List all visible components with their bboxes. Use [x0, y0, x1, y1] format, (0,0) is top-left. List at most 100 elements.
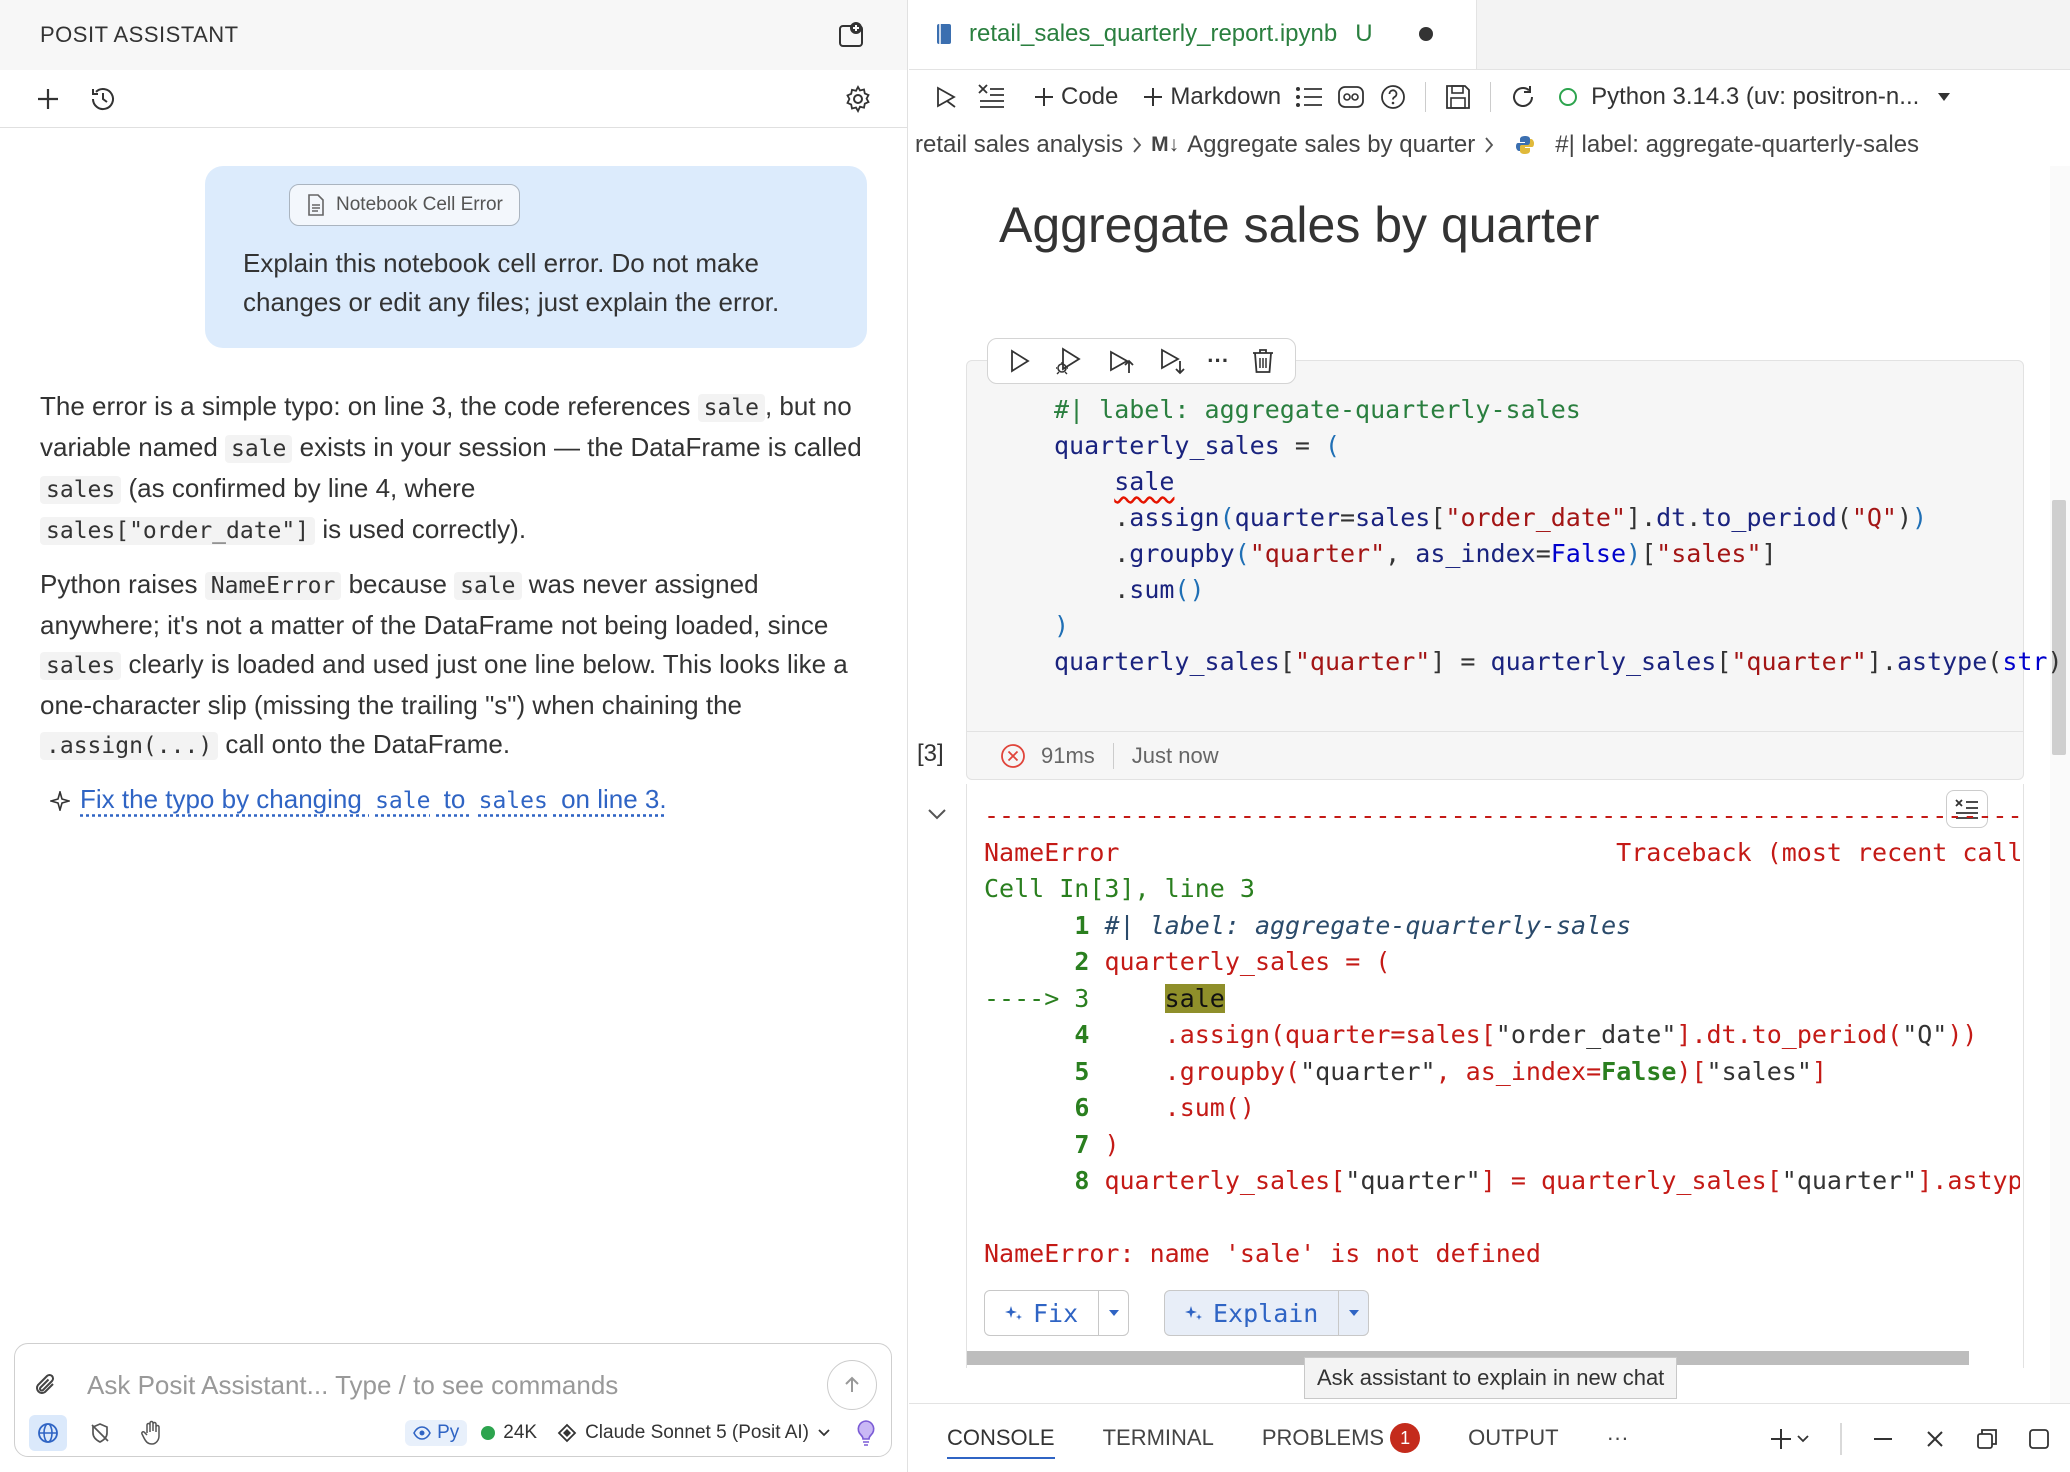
inline-code: sale: [225, 435, 293, 463]
breadcrumb-item[interactable]: Aggregate sales by quarter: [1187, 131, 1475, 159]
tab-terminal[interactable]: TERMINAL: [1103, 1425, 1214, 1451]
attachment-chip[interactable]: Notebook Cell Error: [289, 184, 520, 226]
run-below-icon[interactable]: [1156, 347, 1186, 375]
clear-outputs-icon[interactable]: [977, 83, 1007, 111]
restore-icon[interactable]: [1976, 1428, 1998, 1450]
status-divider: [1112, 742, 1114, 769]
cell-toolbar: ···: [987, 338, 1296, 384]
model-selector[interactable]: Claude Sonnet 5 (Posit AI): [557, 1422, 831, 1444]
suggestion-link[interactable]: Fix the typo by changing sale to sales o…: [50, 780, 870, 821]
eye-icon: [413, 1426, 431, 1440]
new-chat-icon[interactable]: [34, 85, 62, 113]
tooltip: Ask assistant to explain in new chat: [1304, 1357, 1678, 1399]
toolbar-divider: [1425, 82, 1427, 112]
add-code-button[interactable]: Code: [1061, 83, 1118, 111]
variables-icon[interactable]: [1337, 84, 1365, 110]
gear-icon[interactable]: [843, 84, 873, 114]
more-tabs-button[interactable]: ···: [1607, 1425, 1629, 1451]
tab-console[interactable]: CONSOLE: [947, 1417, 1055, 1459]
run-above-icon[interactable]: [1105, 347, 1135, 375]
explain-label: Explain: [1213, 1298, 1319, 1328]
tab-notebook[interactable]: retail_sales_quarterly_report.ipynb U: [909, 0, 1477, 69]
collapse-output-icon[interactable]: [925, 806, 949, 822]
shield-off-icon[interactable]: [81, 1415, 119, 1451]
response-text: Python raises: [40, 569, 205, 599]
run-cell-icon[interactable]: [1007, 348, 1033, 374]
token-usage: 24K: [481, 1422, 537, 1444]
response-text: is used correctly).: [315, 514, 527, 544]
explain-button-group: Explain: [1164, 1290, 1370, 1336]
vertical-scrollbar[interactable]: [2050, 166, 2070, 1406]
add-markdown-button[interactable]: Markdown: [1170, 83, 1281, 111]
tab-problems[interactable]: PROBLEMS 1: [1261, 1423, 1421, 1453]
help-icon[interactable]: [1379, 83, 1407, 111]
restart-icon[interactable]: [1509, 83, 1537, 111]
more-icon[interactable]: ···: [1207, 348, 1229, 374]
run-all-icon[interactable]: [933, 83, 963, 111]
fix-button[interactable]: Fix: [984, 1290, 1100, 1336]
history-icon[interactable]: [88, 84, 118, 114]
user-message: Notebook Cell Error Explain this noteboo…: [205, 166, 867, 348]
sparkle-icon: [1185, 1304, 1203, 1322]
suggestion-code: sale: [375, 788, 431, 814]
new-terminal-icon[interactable]: [1770, 1427, 1810, 1451]
kernel-selector[interactable]: Python 3.14.3 (uv: positron-n...: [1591, 83, 1919, 111]
execution-time: Just now: [1131, 742, 1219, 768]
panel-divider: [1840, 1422, 1842, 1455]
language-chip[interactable]: Py: [405, 1420, 468, 1446]
trash-icon[interactable]: [1250, 347, 1276, 375]
attachment-label: Notebook Cell Error: [336, 194, 503, 215]
explain-dropdown[interactable]: [1339, 1290, 1370, 1336]
assistant-panel: POSIT ASSISTANT Notebook Cell Error Expl…: [0, 0, 908, 1472]
add-code-icon[interactable]: [1033, 86, 1055, 108]
inline-code: NameError: [204, 572, 342, 600]
inline-code: sale: [454, 572, 522, 600]
breadcrumb-item[interactable]: retail sales analysis: [915, 131, 1123, 159]
response-text: call onto the DataFrame.: [218, 729, 511, 759]
model-name: Claude Sonnet 5 (Posit AI): [585, 1422, 809, 1443]
globe-icon[interactable]: [29, 1415, 67, 1451]
inline-code: sale: [697, 394, 765, 422]
breadcrumb-item[interactable]: #| label: aggregate-quarterly-sales: [1555, 131, 1919, 159]
code-editor[interactable]: #| label: aggregate-quarterly-sales quar…: [1054, 392, 2063, 680]
suggestion-part: Fix the typo by changing: [80, 784, 370, 814]
python-icon: [1515, 135, 1535, 155]
minimize-icon[interactable]: [1872, 1428, 1894, 1450]
paperclip-icon[interactable]: [33, 1371, 59, 1399]
chat-input[interactable]: Ask Posit Assistant... Type / to see com…: [87, 1370, 827, 1401]
maximize-icon[interactable]: [2028, 1428, 2050, 1450]
lightbulb-icon[interactable]: [855, 1419, 877, 1447]
fix-button-group: Fix: [984, 1290, 1130, 1336]
explain-button[interactable]: Explain: [1164, 1290, 1340, 1336]
breadcrumb: retail sales analysis M↓ Aggregate sales…: [909, 124, 2070, 166]
chevron-down-icon[interactable]: [1937, 92, 1951, 102]
new-chat-window-icon[interactable]: [837, 20, 867, 50]
tab-output[interactable]: OUTPUT: [1468, 1425, 1558, 1451]
hand-icon[interactable]: [133, 1415, 171, 1451]
add-markdown-icon[interactable]: [1142, 86, 1164, 108]
assistant-title: POSIT ASSISTANT: [40, 22, 239, 47]
inline-code: sales: [40, 476, 122, 504]
editor-panel: retail_sales_quarterly_report.ipynb U Co…: [909, 0, 2070, 1472]
inline-code: sales: [40, 652, 122, 680]
tab-problems-label: PROBLEMS: [1261, 1425, 1385, 1450]
save-icon[interactable]: [1444, 83, 1472, 111]
debug-cell-icon[interactable]: [1054, 346, 1084, 376]
fix-dropdown[interactable]: [1099, 1290, 1130, 1336]
sparkle-icon: [50, 790, 70, 811]
assistant-toolbar: [0, 70, 907, 128]
kernel-status-icon: [1559, 88, 1578, 106]
panel-tabs: CONSOLE TERMINAL PROBLEMS 1 OUTPUT ···: [909, 1403, 2070, 1472]
outline-icon[interactable]: [1295, 85, 1323, 109]
execution-duration: 91ms: [1041, 742, 1095, 768]
close-icon[interactable]: [1924, 1428, 1946, 1450]
notebook-toolbar: Code Markdown Python 3.14.3 (uv: positro…: [909, 70, 2070, 124]
suggestion-text[interactable]: Fix the typo by changing sale to sales o…: [80, 780, 667, 821]
error-icon: [999, 742, 1027, 770]
fix-label: Fix: [1033, 1298, 1079, 1328]
tab-status: U: [1355, 20, 1373, 47]
markdown-icon: M↓: [1151, 133, 1180, 156]
execution-status-bar: 91ms Just now: [967, 731, 2023, 779]
send-button[interactable]: [827, 1360, 877, 1410]
chevron-right-icon: [1483, 136, 1495, 154]
